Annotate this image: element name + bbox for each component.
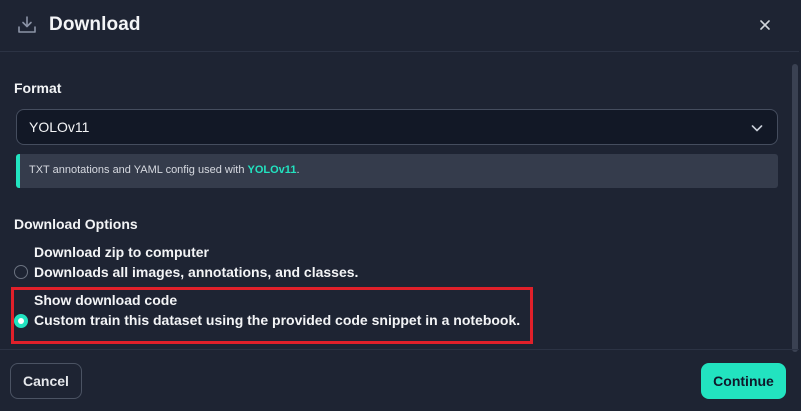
dialog-title: Download xyxy=(49,14,141,35)
format-info-prefix: TXT annotations and YAML config used wit… xyxy=(29,164,248,176)
download-icon xyxy=(16,14,38,36)
option-description: Downloads all images, annotations, and c… xyxy=(34,264,359,280)
download-options-label: Download Options xyxy=(14,216,138,232)
radio-show-code[interactable] xyxy=(14,314,28,328)
radio-download-zip[interactable] xyxy=(14,265,28,279)
format-label: Format xyxy=(14,80,62,96)
option-description: Custom train this dataset using the prov… xyxy=(34,312,521,328)
continue-button[interactable]: Continue xyxy=(701,363,786,399)
format-info-suffix: . xyxy=(296,164,300,176)
footer-divider xyxy=(0,349,799,350)
scrollbar[interactable] xyxy=(792,64,798,352)
option-title: Show download code xyxy=(34,292,178,308)
option-show-code[interactable]: Show download code Custom train this dat… xyxy=(14,292,534,332)
header-divider xyxy=(0,51,799,52)
format-info-highlight: YOLOv11 xyxy=(247,164,297,176)
download-dialog: Download Format YOLOv11 TXT annotations … xyxy=(0,0,801,411)
cancel-button[interactable]: Cancel xyxy=(10,363,82,399)
close-icon[interactable] xyxy=(756,16,774,34)
format-info-text: TXT annotations and YAML config used wit… xyxy=(29,164,300,176)
format-info-box: TXT annotations and YAML config used wit… xyxy=(16,154,778,188)
dialog-header: Download xyxy=(0,0,799,51)
chevron-down-icon xyxy=(750,121,764,135)
option-download-zip[interactable]: Download zip to computer Downloads all i… xyxy=(14,244,534,284)
option-title: Download zip to computer xyxy=(34,244,209,260)
format-select-value: YOLOv11 xyxy=(29,119,90,135)
format-select[interactable]: YOLOv11 xyxy=(16,109,778,145)
